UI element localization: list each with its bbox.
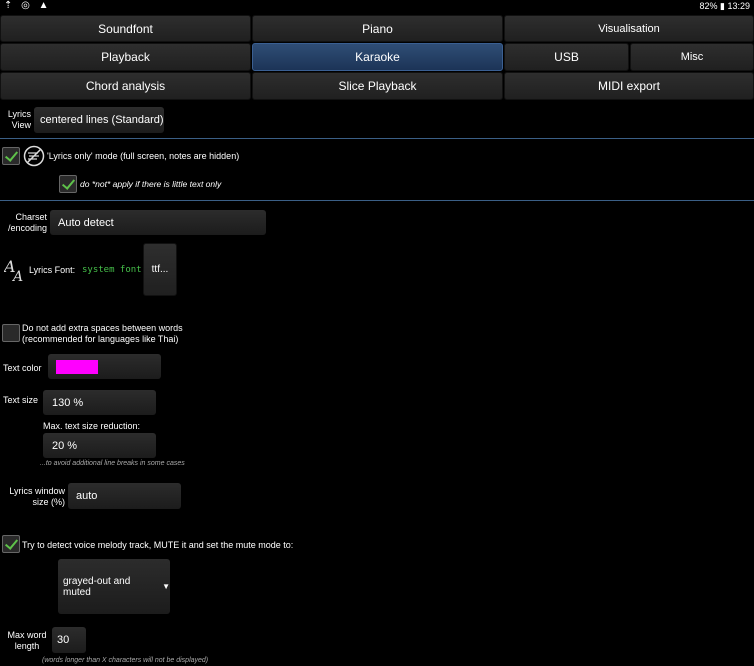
voice-detect-label: Try to detect voice melody track, MUTE i… bbox=[22, 540, 294, 550]
font-icon: A A bbox=[2, 256, 28, 285]
max-word-length-label: Max word length bbox=[7, 630, 47, 651]
mute-mode-dropdown[interactable]: grayed-out and muted ▼ bbox=[58, 559, 170, 614]
window-size-input[interactable]: auto bbox=[68, 483, 181, 509]
dropdown-arrow-icon: ▼ bbox=[162, 582, 170, 591]
no-extra-spaces-label: Do not add extra spaces between words (r… bbox=[22, 323, 183, 344]
tab-chord-analysis[interactable]: Chord analysis bbox=[0, 72, 251, 100]
max-reduction-input[interactable]: 20 % bbox=[43, 433, 156, 458]
tab-visualisation[interactable]: Visualisation bbox=[504, 15, 754, 42]
lyrics-view-select[interactable]: centered lines (Standard) bbox=[34, 107, 164, 133]
tab-misc[interactable]: Misc bbox=[630, 43, 754, 71]
text-color-swatch bbox=[56, 359, 98, 374]
charset-select[interactable]: Auto detect bbox=[50, 210, 266, 235]
max-reduction-label: Max. text size reduction: bbox=[43, 421, 141, 431]
lyrics-font-value: system font bbox=[82, 265, 142, 275]
tab-slice-playback[interactable]: Slice Playback bbox=[252, 72, 503, 100]
svg-text:A: A bbox=[11, 269, 23, 282]
window-size-label: Lyrics window size (%) bbox=[9, 486, 65, 507]
tab-piano[interactable]: Piano bbox=[252, 15, 503, 42]
lyrics-only-sub-checkbox[interactable] bbox=[59, 175, 77, 193]
tab-playback[interactable]: Playback bbox=[0, 43, 251, 71]
tab-usb[interactable]: USB bbox=[504, 43, 629, 71]
tab-karaoke[interactable]: Karaoke bbox=[252, 43, 503, 71]
separator bbox=[0, 200, 754, 201]
max-reduction-note: ...to avoid additional line breaks in so… bbox=[40, 460, 185, 467]
lyrics-only-sub-label: do *not* apply if there is little text o… bbox=[80, 179, 222, 189]
lyrics-only-checkbox[interactable] bbox=[2, 147, 20, 165]
tab-soundfont[interactable]: Soundfont bbox=[0, 15, 251, 42]
tab-midi-export[interactable]: MIDI export bbox=[504, 72, 754, 100]
lyrics-view-label: Lyrics View bbox=[7, 109, 31, 130]
max-word-length-note: (words longer than X characters will not… bbox=[42, 657, 209, 664]
charset-label: Charset /encoding bbox=[7, 212, 47, 233]
status-icons-left: ⇡ ◎ ▲ bbox=[4, 0, 52, 11]
voice-detect-checkbox[interactable] bbox=[2, 535, 20, 553]
status-icons-right: 82% ▮ 13:29 bbox=[699, 1, 751, 11]
ttf-button[interactable]: ttf... bbox=[143, 243, 177, 296]
status-bar: ⇡ ◎ ▲ 82% ▮ 13:29 bbox=[0, 0, 754, 14]
mute-mode-value: grayed-out and muted bbox=[63, 575, 131, 598]
lyrics-only-label: 'Lyrics only' mode (full screen, notes a… bbox=[47, 151, 240, 161]
separator bbox=[0, 138, 754, 139]
text-size-label: Text size bbox=[3, 395, 39, 405]
lyrics-only-mode-icon bbox=[23, 145, 45, 167]
text-color-label: Text color bbox=[3, 363, 42, 373]
no-extra-spaces-checkbox[interactable] bbox=[2, 324, 20, 342]
max-word-length-input[interactable]: 30 bbox=[52, 627, 86, 653]
text-size-input[interactable]: 130 % bbox=[43, 390, 156, 415]
text-color-button[interactable] bbox=[48, 354, 161, 379]
lyrics-font-label: Lyrics Font: bbox=[29, 265, 76, 275]
